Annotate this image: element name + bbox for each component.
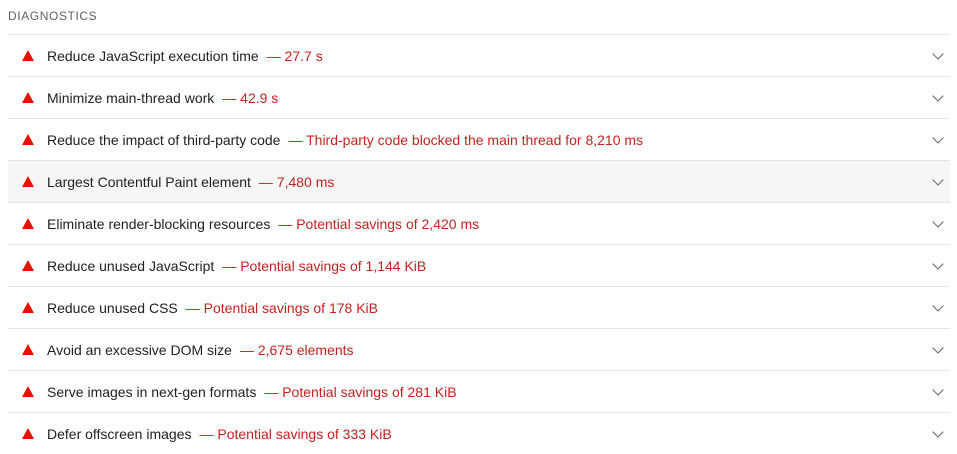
audit-title: Reduce unused CSS	[47, 299, 178, 316]
audit-title: Avoid an excessive DOM size	[47, 341, 232, 358]
audit-row[interactable]: Reduce unused CSS — Potential savings of…	[8, 286, 950, 328]
red-triangle-icon	[22, 344, 34, 355]
audit-title: Reduce JavaScript execution time	[47, 47, 259, 64]
audit-display-value: — 7,480 ms	[258, 173, 335, 190]
red-triangle-icon	[22, 428, 34, 439]
audit-display-value: — 42.9 s	[222, 89, 279, 106]
audit-display-value: — Potential savings of 178 KiB	[185, 299, 378, 316]
audit-row[interactable]: Serve images in next-gen formats — Poten…	[8, 370, 950, 412]
audit-row[interactable]: Largest Contentful Paint element — 7,480…	[8, 160, 950, 202]
audit-row[interactable]: Eliminate render-blocking resources — Po…	[8, 202, 950, 244]
audit-title: Minimize main-thread work	[47, 89, 215, 106]
red-triangle-icon	[22, 302, 34, 313]
audit-title: Reduce the impact of third-party code	[47, 131, 281, 148]
audit-row[interactable]: Defer offscreen images — Potential savin…	[8, 412, 950, 454]
red-triangle-icon	[22, 134, 34, 145]
chevron-down-icon[interactable]	[932, 215, 944, 228]
red-triangle-icon	[22, 92, 34, 103]
audit-list: Reduce JavaScript execution time — 27.7 …	[8, 34, 950, 454]
red-triangle-icon	[22, 50, 34, 61]
audit-title: Reduce unused JavaScript	[47, 257, 215, 274]
audit-display-value: — Potential savings of 333 KiB	[199, 425, 392, 442]
chevron-down-icon[interactable]	[932, 383, 944, 396]
red-triangle-icon	[22, 260, 34, 271]
chevron-down-icon[interactable]	[932, 299, 944, 312]
audit-row[interactable]: Reduce unused JavaScript — Potential sav…	[8, 244, 950, 286]
chevron-down-icon[interactable]	[932, 173, 944, 186]
audit-display-value: — 27.7 s	[266, 47, 323, 64]
chevron-down-icon[interactable]	[932, 341, 944, 354]
audit-title: Eliminate render-blocking resources	[47, 215, 271, 232]
audit-row[interactable]: Minimize main-thread work — 42.9 s	[8, 76, 950, 118]
audit-display-value: — Potential savings of 2,420 ms	[278, 215, 480, 232]
red-triangle-icon	[22, 218, 34, 229]
red-triangle-icon	[22, 176, 34, 187]
audit-row[interactable]: Reduce JavaScript execution time — 27.7 …	[8, 34, 950, 76]
audit-display-value: — Potential savings of 1,144 KiB	[222, 257, 427, 274]
chevron-down-icon[interactable]	[932, 89, 944, 102]
chevron-down-icon[interactable]	[932, 47, 944, 60]
red-triangle-icon	[22, 386, 34, 397]
audit-display-value: — Potential savings of 281 KiB	[264, 383, 457, 400]
chevron-down-icon[interactable]	[932, 425, 944, 438]
audit-title: Defer offscreen images	[47, 425, 192, 442]
audit-row[interactable]: Reduce the impact of third-party code — …	[8, 118, 950, 160]
audit-title: Largest Contentful Paint element	[47, 173, 251, 190]
audit-display-value: — Third-party code blocked the main thre…	[288, 131, 644, 148]
section-title: DIAGNOSTICS	[8, 9, 98, 23]
audit-title: Serve images in next-gen formats	[47, 383, 257, 400]
audit-row[interactable]: Avoid an excessive DOM size — 2,675 elem…	[8, 328, 950, 370]
audit-display-value: — 2,675 elements	[239, 341, 354, 358]
chevron-down-icon[interactable]	[932, 131, 944, 144]
chevron-down-icon[interactable]	[932, 257, 944, 270]
